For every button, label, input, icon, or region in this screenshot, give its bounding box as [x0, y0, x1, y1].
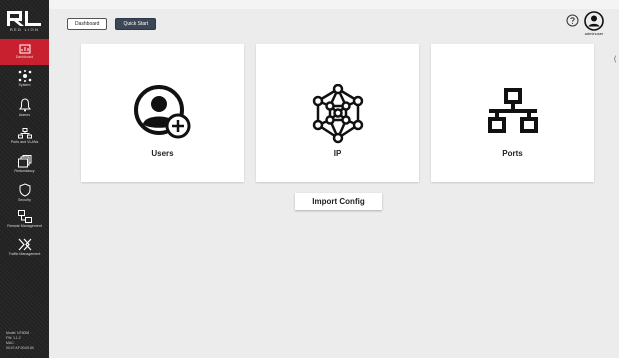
remote-management-icon: [17, 210, 32, 223]
sidebar-item-label: Dashboard: [15, 55, 34, 59]
ports-icon: [487, 88, 538, 133]
users-card-label: Users: [151, 149, 174, 158]
ports-card-label: Ports: [502, 149, 523, 158]
logo-text: RED LION: [9, 27, 40, 32]
device-info: Model: NT5008 FW: 1.1.2 MAC: 00:07:AF:00…: [6, 331, 34, 351]
sidebar: RED LION Dashboard System Alarms Ports a…: [0, 0, 49, 358]
sidebar-item-label: Security: [18, 198, 31, 202]
ports-card[interactable]: Ports: [431, 44, 594, 182]
ip-card[interactable]: IP: [256, 44, 419, 182]
username: adminuser: [584, 31, 604, 36]
tab-quick-start[interactable]: Quick Start: [115, 18, 157, 30]
top-bar: [49, 0, 619, 9]
device-mac: 00:07:AF:00:00:60: [6, 346, 34, 350]
traffic-management-icon: [18, 238, 31, 251]
sidebar-item-label: Alarms: [18, 113, 31, 117]
system-icon: [18, 70, 31, 82]
view-tabs: Dashboard Quick Start: [67, 18, 157, 30]
sidebar-item-label: Traffic Management: [8, 252, 41, 256]
sidebar-item-traffic-management[interactable]: Traffic Management: [0, 238, 49, 256]
sidebar-item-label: Ports and VLANs: [10, 140, 39, 144]
network-nodes-icon: [312, 84, 363, 144]
sidebar-item-dashboard[interactable]: Dashboard: [0, 39, 52, 65]
sidebar-item-redundancy[interactable]: Redundancy: [0, 155, 49, 173]
scroll-edge-marker: (: [614, 56, 617, 63]
shield-icon: [19, 183, 30, 197]
users-card[interactable]: Users: [81, 44, 244, 182]
user-icon[interactable]: [584, 11, 604, 31]
user-add-icon: [133, 85, 190, 139]
sidebar-item-label: Redundancy: [14, 169, 35, 173]
sidebar-item-security[interactable]: Security: [0, 183, 49, 202]
tab-dashboard[interactable]: Dashboard: [67, 18, 108, 30]
dashboard-icon: [19, 44, 30, 54]
sidebar-item-label: Remote Management: [7, 224, 42, 228]
sidebar-item-label: System: [18, 83, 31, 87]
help-icon[interactable]: [566, 14, 579, 27]
bell-icon: [18, 98, 31, 112]
sidebar-item-system[interactable]: System: [0, 70, 49, 87]
sidebar-item-ports-and-vlans[interactable]: Ports and VLANs: [0, 128, 49, 144]
import-config-button[interactable]: Import Config: [295, 193, 382, 210]
ports-vlans-icon: [17, 128, 32, 139]
sidebar-item-alarms[interactable]: Alarms: [0, 98, 49, 117]
redundancy-icon: [17, 155, 31, 168]
ip-card-label: IP: [333, 149, 342, 158]
sidebar-item-remote-management[interactable]: Remote Management: [0, 210, 49, 228]
